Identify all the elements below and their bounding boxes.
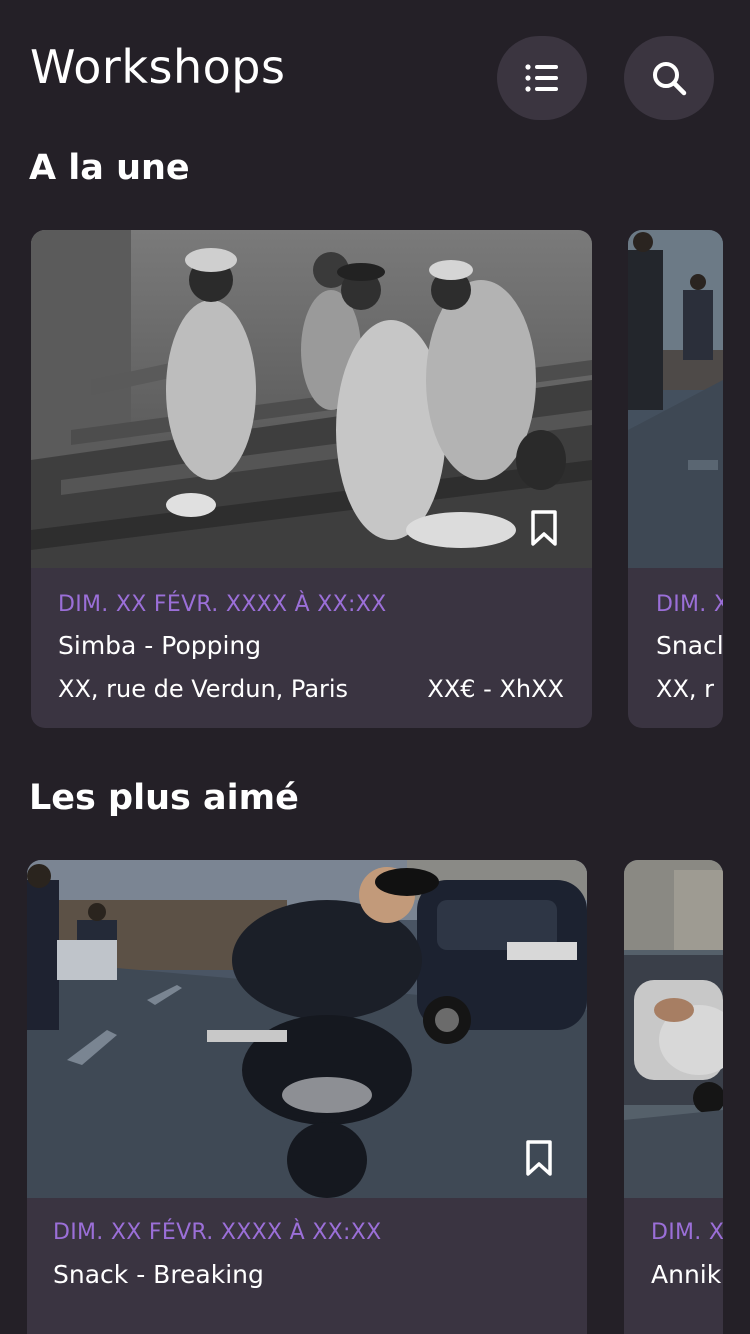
search-icon [653, 62, 687, 96]
list-icon [525, 64, 558, 92]
section-title-most-liked: Les plus aimé [29, 778, 299, 818]
workshop-info: DIM. XX FÉVR. XXXX À XX:XX Simba - Poppi… [31, 568, 592, 728]
workshop-card[interactable]: DIM. XX FÉVR. XXXX À XX:XX Simba - Poppi… [31, 230, 592, 728]
featured-carousel[interactable]: DIM. XX FÉVR. XXXX À XX:XX Simba - Poppi… [0, 230, 750, 730]
workshop-address: XX, r [656, 675, 715, 703]
search-button[interactable] [624, 36, 714, 120]
workshop-date: DIM. X [656, 592, 723, 617]
header: Workshops [0, 0, 750, 130]
bookmark-icon[interactable] [519, 1138, 559, 1178]
workshop-photo [31, 230, 592, 568]
workshop-photo [624, 860, 723, 1198]
list-view-button[interactable] [497, 36, 587, 120]
workshop-photo [628, 230, 723, 568]
workshops-screen: Workshops A la une DIM. XX FÉVR. XXXX À … [0, 0, 750, 1334]
workshop-address: XX, rue de Verdun, Paris [58, 675, 349, 703]
workshop-name: Simba - Popping [58, 631, 262, 660]
workshop-date: DIM. XX FÉVR. XXXX À XX:XX [53, 1220, 382, 1245]
bookmark-icon[interactable] [524, 508, 564, 548]
workshop-info: DIM. X Annik [624, 1198, 723, 1334]
workshop-name: Snacl [656, 631, 723, 660]
workshop-name: Snack - Breaking [53, 1260, 264, 1289]
workshop-card[interactable]: DIM. X Annik [624, 860, 723, 1334]
workshop-photo [27, 860, 587, 1198]
section-title-featured: A la une [29, 148, 190, 188]
workshop-price: XX€ - XhXX [427, 675, 564, 703]
page-title: Workshops [30, 40, 286, 94]
workshop-info: DIM. X Snacl XX, r [628, 568, 723, 728]
workshop-info: DIM. XX FÉVR. XXXX À XX:XX Snack - Break… [27, 1198, 587, 1334]
workshop-card[interactable]: DIM. XX FÉVR. XXXX À XX:XX Snack - Break… [27, 860, 587, 1334]
workshop-name: Annik [651, 1260, 722, 1289]
workshop-date: DIM. X [651, 1220, 723, 1245]
most-liked-carousel[interactable]: DIM. XX FÉVR. XXXX À XX:XX Snack - Break… [0, 860, 750, 1334]
workshop-date: DIM. XX FÉVR. XXXX À XX:XX [58, 592, 387, 617]
workshop-card[interactable]: DIM. X Snacl XX, r [628, 230, 723, 728]
